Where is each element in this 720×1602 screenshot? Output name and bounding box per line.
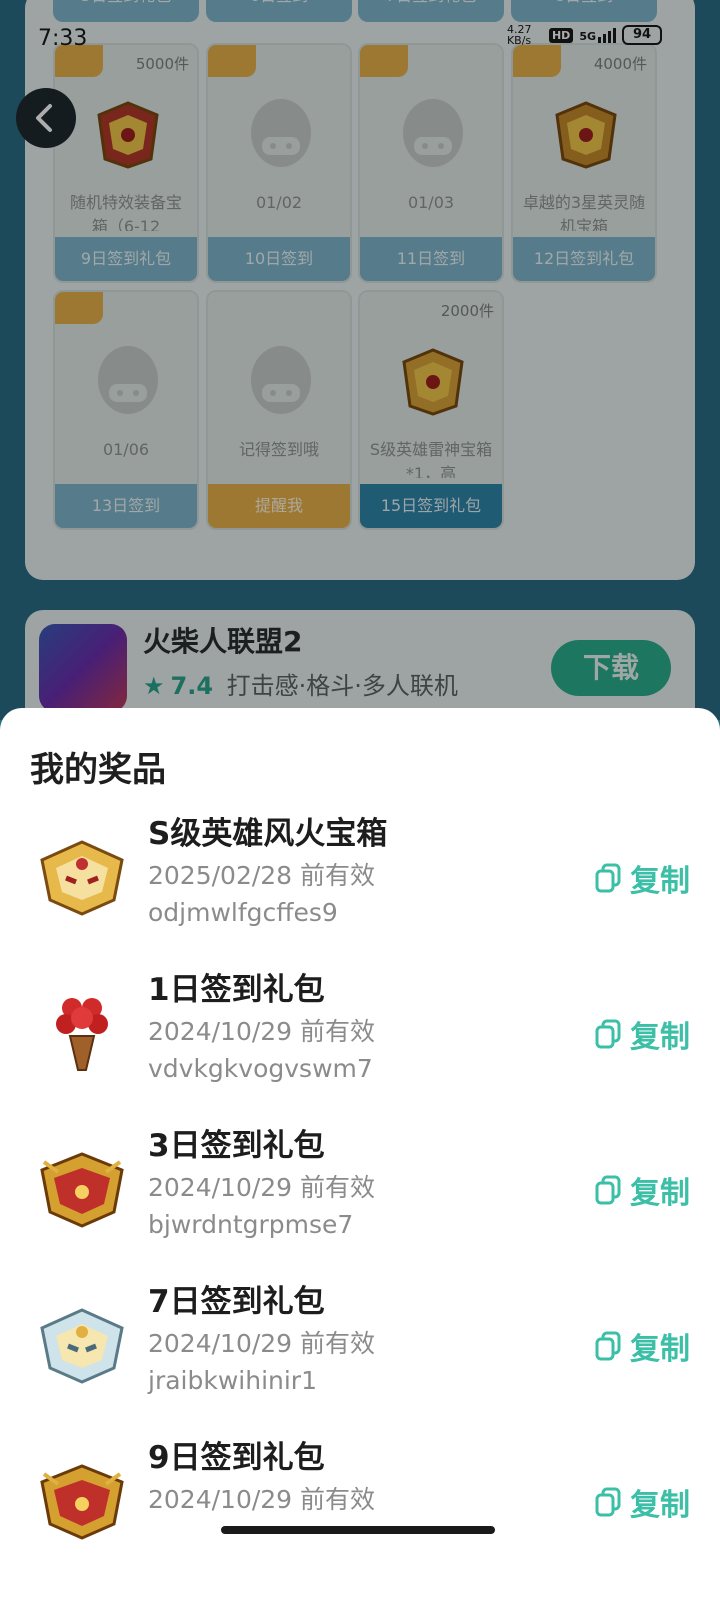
copy-label: 复制 [630,1176,690,1211]
prizes-sheet: 我的奖品 S级英雄风火宝箱 2025/02/28 前有效 odjmwlfgcffes… [0,708,720,1602]
prize-name: 3日签到礼包 [148,1128,325,1164]
mask-silver-icon [36,1298,128,1390]
prize-expiry: 2024/10/29 前有效 [148,1173,376,1202]
copy-label: 复制 [630,864,690,899]
prize-item: S级英雄风火宝箱 2025/02/28 前有效 odjmwlfgcffes9 复制 [0,804,720,960]
prize-name: S级英雄风火宝箱 [148,816,388,852]
prize-expiry: 2024/10/29 前有效 [148,1329,376,1358]
home-indicator [221,1526,495,1534]
sheet-title: 我的奖品 [30,750,166,790]
copy-icon [595,1487,621,1517]
prize-list[interactable]: S级英雄风火宝箱 2025/02/28 前有效 odjmwlfgcffes9 复制 1日… [0,804,720,1550]
prize-name: 1日签到礼包 [148,972,325,1008]
copy-label: 复制 [630,1332,690,1367]
copy-button[interactable]: 复制 [594,1168,690,1212]
modal-scrim[interactable] [0,0,720,720]
prize-expiry: 2025/02/28 前有效 [148,861,376,890]
prize-expiry: 2024/10/29 前有效 [148,1485,376,1514]
copy-button[interactable]: 复制 [594,856,690,900]
prize-item: 1日签到礼包 2024/10/29 前有效 vdvkgkvogvswm7 复制 [0,960,720,1116]
copy-icon [595,1019,621,1049]
mask-red-icon [36,1454,128,1546]
prize-code: jraibkwihinir1 [148,1366,317,1395]
copy-button[interactable]: 复制 [594,1324,690,1368]
prize-name: 9日签到礼包 [148,1440,325,1476]
copy-button[interactable]: 复制 [594,1480,690,1524]
copy-icon [595,863,621,893]
prize-name: 7日签到礼包 [148,1284,325,1320]
prize-code: bjwrdntgrpmse7 [148,1210,354,1239]
prize-expiry: 2024/10/29 前有效 [148,1017,376,1046]
prize-item: 3日签到礼包 2024/10/29 前有效 bjwrdntgrpmse7 复制 [0,1116,720,1272]
copy-label: 复制 [630,1488,690,1523]
mask-red-icon [36,1142,128,1234]
mask-gold-icon [36,830,128,922]
copy-icon [595,1175,621,1205]
prize-code: vdvkgkvogvswm7 [148,1054,373,1083]
red-torch-icon [36,986,128,1078]
copy-button[interactable]: 复制 [594,1012,690,1056]
copy-label: 复制 [630,1020,690,1055]
copy-icon [595,1331,621,1361]
prize-item: 7日签到礼包 2024/10/29 前有效 jraibkwihinir1 复制 [0,1272,720,1428]
prize-code: odjmwlfgcffes9 [148,898,338,927]
